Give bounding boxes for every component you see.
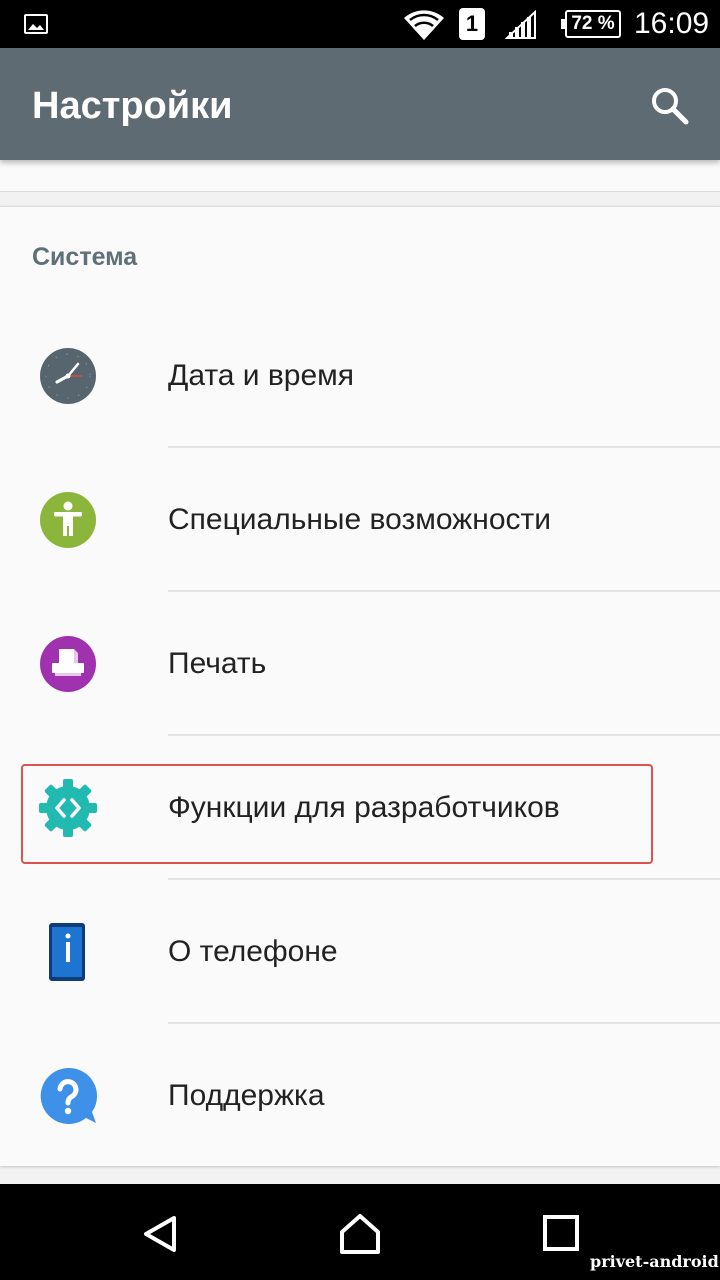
settings-item-label: Поддержка xyxy=(168,1079,325,1112)
printer-icon xyxy=(40,636,96,692)
settings-item-support[interactable]: Поддержка xyxy=(0,1024,720,1168)
page-title: Настройки xyxy=(32,85,233,127)
accessibility-icon xyxy=(40,492,96,548)
clock-time: 16:09 xyxy=(634,7,710,40)
battery-indicator: 72 % xyxy=(561,10,621,38)
section-header: Система xyxy=(32,243,138,271)
home-button[interactable] xyxy=(338,1212,382,1256)
sim-slot-badge: 1 xyxy=(459,8,485,40)
back-icon xyxy=(144,1216,176,1252)
watermark: privet-android.ru xyxy=(590,1252,720,1271)
highlight-frame xyxy=(21,764,653,864)
settings-item-label: О телефоне xyxy=(168,935,338,968)
search-button[interactable] xyxy=(648,84,692,128)
settings-item-print[interactable]: Печать xyxy=(0,592,720,736)
clock-icon xyxy=(40,348,96,404)
phone-info-icon xyxy=(49,923,85,981)
wifi-icon xyxy=(404,10,444,40)
settings-item-date-time[interactable]: Дата и время xyxy=(0,304,720,448)
back-button[interactable] xyxy=(138,1212,182,1256)
settings-item-label: Дата и время xyxy=(168,359,355,392)
settings-item-label: Специальные возможности xyxy=(168,503,551,536)
signal-icon xyxy=(505,10,536,39)
gallery-notification-icon xyxy=(24,14,48,34)
recents-button[interactable] xyxy=(540,1212,584,1256)
settings-item-label: Печать xyxy=(168,647,267,680)
status-bar: 1 72 % 16:09 xyxy=(0,0,720,48)
settings-item-accessibility[interactable]: Специальные возможности xyxy=(0,448,720,592)
help-icon xyxy=(40,1067,98,1124)
recents-icon xyxy=(543,1215,579,1251)
settings-item-about-phone[interactable]: О телефоне xyxy=(0,880,720,1024)
home-icon xyxy=(340,1214,380,1254)
previous-section-card xyxy=(0,160,720,192)
search-icon xyxy=(652,88,689,125)
action-bar: Настройки xyxy=(0,48,720,160)
